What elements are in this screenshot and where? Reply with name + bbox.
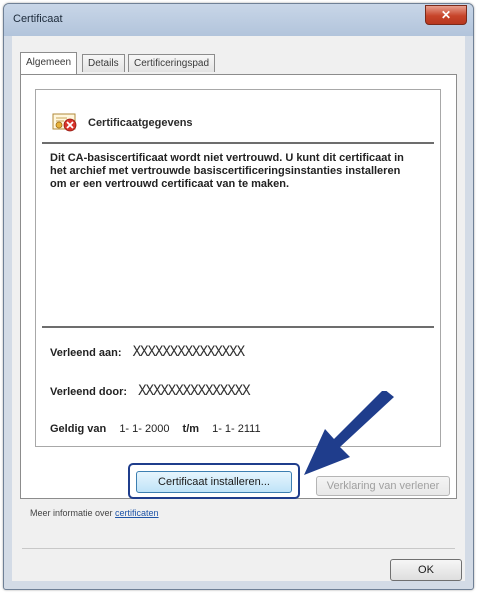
certificates-link[interactable]: certificaten — [115, 508, 159, 518]
issued-to-value: XXXXXXXXXXXXXXX — [132, 344, 245, 360]
info-header: Certificaatgegevens — [88, 117, 193, 129]
install-certificate-button[interactable]: Certificaat installeren... — [136, 471, 292, 493]
close-icon: ✕ — [440, 8, 452, 22]
tab-details[interactable]: Details — [82, 54, 125, 72]
title-bar[interactable]: Certificaat ✕ — [4, 4, 473, 36]
arrow-pointer-icon — [304, 391, 394, 475]
valid-from-value: 1- 1- 2000 — [119, 423, 170, 435]
dialog-body: Algemeen Details Certificeringspad Certi… — [12, 36, 465, 581]
divider — [42, 326, 434, 328]
close-button[interactable]: ✕ — [425, 5, 467, 25]
tab-general[interactable]: Algemeen — [20, 52, 78, 74]
valid-to-value: 1- 1- 2111 — [212, 423, 261, 435]
divider — [42, 142, 434, 144]
more-info-prefix: Meer informatie over — [30, 508, 113, 518]
validity-row: Geldig van 1- 1- 2000 t/m 1- 1- 2111 — [50, 423, 261, 435]
issued-by-row: Verleend door: XXXXXXXXXXXXXXX — [50, 383, 251, 399]
certificate-dialog: Certificaat ✕ Algemeen Details Certifice… — [3, 3, 474, 590]
certificate-warning-icon — [52, 113, 77, 132]
tab-certification-path[interactable]: Certificeringspad — [128, 54, 216, 72]
more-info-text: Meer informatie over certificaten — [30, 508, 159, 518]
issued-by-label: Verleend door: — [50, 386, 128, 398]
divider — [22, 548, 455, 549]
trust-warning-text: Dit CA-basiscertificaat wordt niet vertr… — [50, 152, 404, 190]
valid-to-label: t/m — [182, 423, 200, 435]
issued-to-row: Verleend aan: XXXXXXXXXXXXXXX — [50, 344, 245, 360]
issued-by-value: XXXXXXXXXXXXXXX — [138, 383, 250, 399]
window-title: Certificaat — [13, 13, 63, 25]
ok-button[interactable]: OK — [390, 559, 462, 581]
issued-to-label: Verleend aan: — [50, 347, 122, 359]
valid-from-label: Geldig van — [50, 423, 107, 435]
